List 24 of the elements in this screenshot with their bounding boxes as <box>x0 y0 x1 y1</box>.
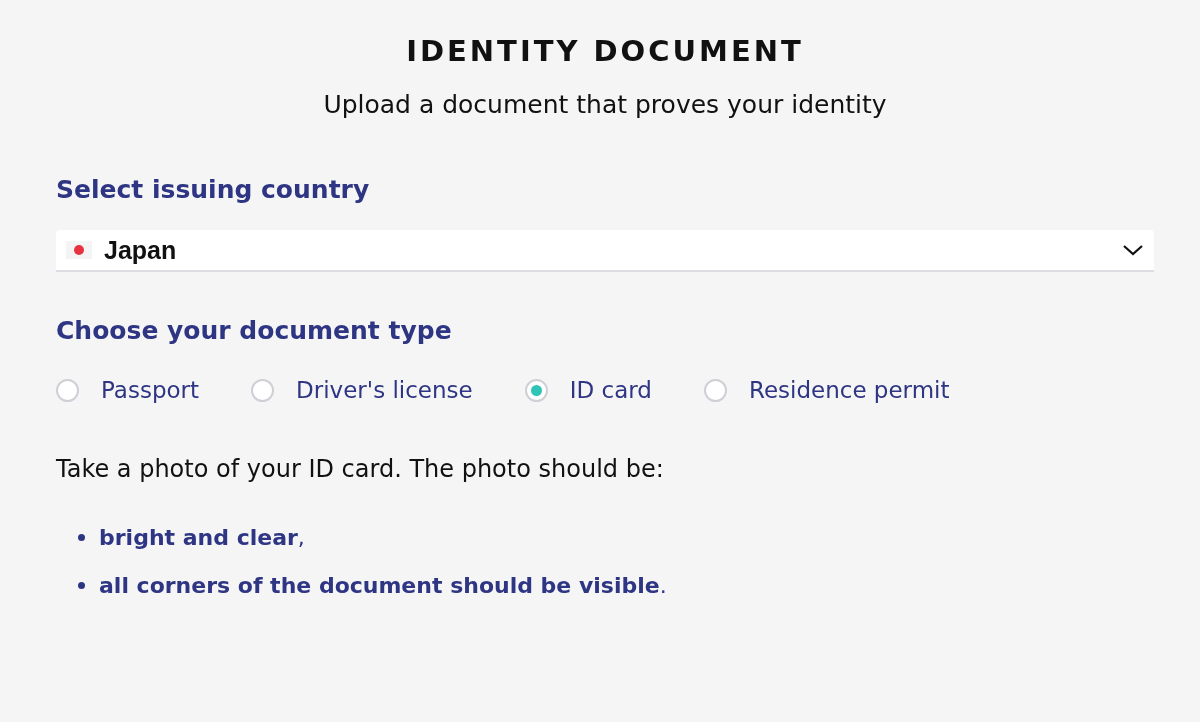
radio-option[interactable]: Residence permit <box>703 377 950 403</box>
chevron-down-icon <box>1122 243 1144 257</box>
radio-button[interactable] <box>251 378 275 402</box>
requirement-text: all corners of the document should be visible. <box>99 572 667 598</box>
radio-label[interactable]: Passport <box>101 377 200 403</box>
section-label: Select issuing country <box>56 175 371 204</box>
radio-option[interactable]: Driver's license <box>251 377 473 403</box>
radio-option[interactable]: ID card <box>524 377 652 403</box>
page-subtitle: Upload a document that proves your identity <box>322 90 888 119</box>
radio-label[interactable]: Driver's license <box>296 377 473 403</box>
radio-button[interactable] <box>703 378 727 402</box>
requirement-text: bright and clear, <box>99 524 305 550</box>
page-title: IDENTITY DOCUMENT <box>405 34 805 68</box>
flag-icon <box>66 241 92 259</box>
bullet-icon <box>78 533 85 541</box>
bullet-icon <box>78 581 85 589</box>
instruction-text: Take a photo of your ID card. The photo should be: <box>56 455 665 483</box>
radio-option[interactable]: Passport <box>56 377 200 403</box>
radio-label[interactable]: ID card <box>569 377 652 403</box>
radio-button[interactable] <box>56 378 79 402</box>
section-label: Choose your document type <box>56 316 453 345</box>
radio-label[interactable]: Residence permit <box>748 377 950 403</box>
radio-button[interactable] <box>524 378 548 402</box>
country-select[interactable]: Japan <box>56 230 1154 272</box>
